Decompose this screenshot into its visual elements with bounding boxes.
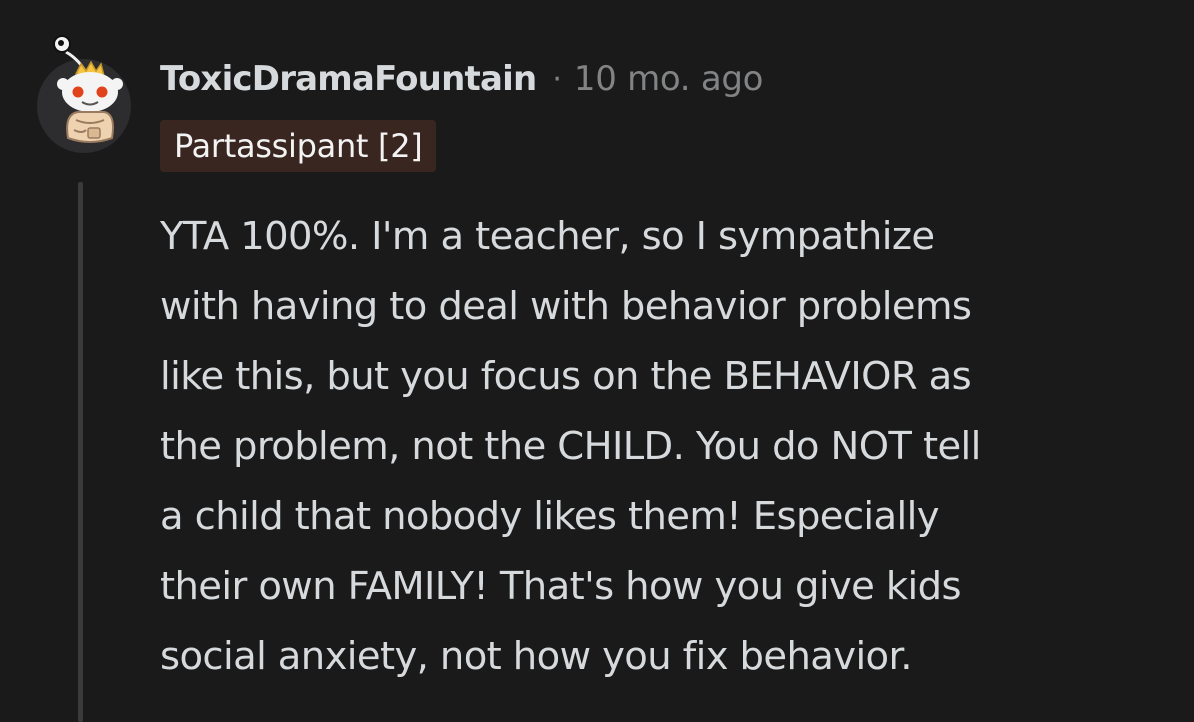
comment-body-line: with having to deal with behavior proble… [160,284,972,329]
comment-timestamp[interactable]: 10 mo. ago [574,59,764,99]
user-flair: Partassipant [2] [160,120,437,172]
comment-header: ToxicDramaFountain · 10 mo. ago [160,56,763,102]
comment-body-line: social anxiety, not how you fix behavior… [160,634,912,679]
comment-body-line: the problem, not the CHILD. You do NOT t… [160,424,981,469]
comment: ToxicDramaFountain · 10 mo. ago Partassi… [0,0,1194,722]
separator-dot: · [552,61,562,97]
comment-body-line: like this, but you focus on the BEHAVIOR… [160,354,972,399]
comment-body-line: their own FAMILY! That's how you give ki… [160,564,962,609]
comment-body-line: a child that nobody likes them! Especial… [160,494,940,539]
thread-collapse-line[interactable] [78,182,83,722]
author-username[interactable]: ToxicDramaFountain [160,59,537,99]
snoo-avatar-icon [37,35,131,153]
comment-body: YTA 100%. I'm a teacher, so I sympathize… [160,202,1170,692]
user-avatar[interactable] [36,34,132,154]
comment-body-line: YTA 100%. I'm a teacher, so I sympathize [160,214,935,259]
